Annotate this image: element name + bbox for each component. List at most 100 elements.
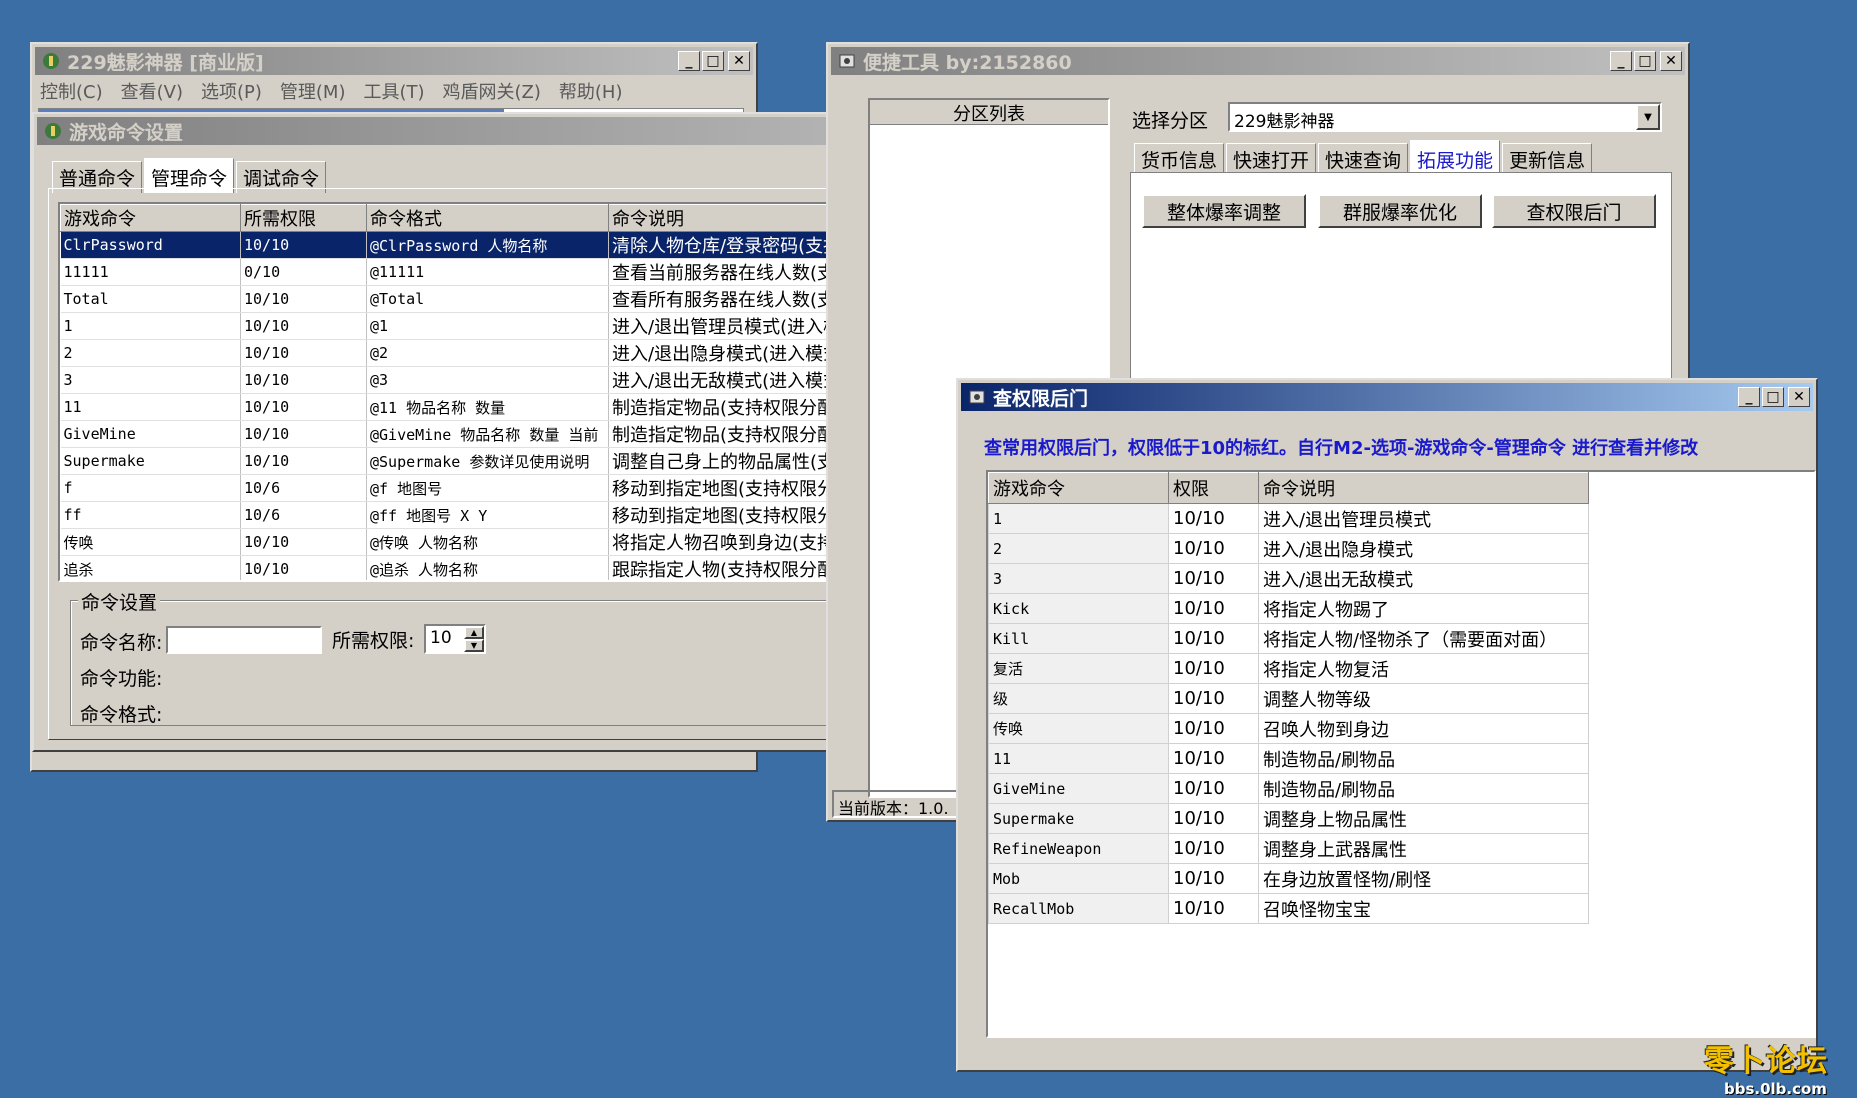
- perm-cell: 10/6: [240, 474, 367, 502]
- table-row[interactable]: 1 10/10 进入/退出管理员模式: [988, 503, 1589, 534]
- col-header-format[interactable]: 命令格式: [366, 204, 609, 232]
- table-row[interactable]: RefineWeapon 10/10 调整身上武器属性: [988, 833, 1589, 864]
- table-row[interactable]: 级 10/10 调整人物等级: [988, 683, 1589, 714]
- perm-cell: 10/10: [1168, 803, 1259, 834]
- backdoor-window: 查权限后门 _ □ ✕ 查常用权限后门，权限低于10的标红。自行M2-选项-游戏…: [956, 378, 1818, 1072]
- zone-list-header: 分区列表: [870, 100, 1108, 125]
- menu-help[interactable]: 帮助(H): [559, 78, 623, 104]
- format-cell: @传唤 人物名称: [366, 528, 609, 556]
- cmd-cell: RecallMob: [988, 893, 1169, 924]
- cmd-cell: 3: [60, 366, 241, 394]
- perm-cell: 10/10: [1168, 743, 1259, 774]
- desc-cell: 制造物品/刷物品: [1258, 773, 1589, 804]
- format-cell: @追杀 人物名称: [366, 555, 609, 580]
- watermark-logo: 零卜论坛: [1704, 1044, 1828, 1079]
- watermark: 零卜论坛 bbs.0lb.com: [1704, 1036, 1852, 1098]
- table-row[interactable]: 复活 10/10 将指定人物复活: [988, 653, 1589, 684]
- minimize-button[interactable]: _: [678, 51, 700, 71]
- backdoor-info-text: 查常用权限后门，权限低于10的标红。自行M2-选项-游戏命令-管理命令 进行查看…: [984, 438, 1699, 459]
- perm-up-button[interactable]: ▲: [464, 626, 484, 639]
- tab-extensions[interactable]: 拓展功能: [1410, 140, 1501, 175]
- group-drop-optimize-button[interactable]: 群服爆率优化: [1318, 194, 1482, 228]
- col-header-desc[interactable]: 命令说明: [1258, 472, 1589, 504]
- version-label: 当前版本：1.0.: [838, 799, 949, 818]
- perm-down-button[interactable]: ▼: [464, 639, 484, 652]
- cmd-cell: Mob: [988, 863, 1169, 894]
- tab-quick-query[interactable]: 快速查询: [1318, 143, 1409, 175]
- cmd-cell: ClrPassword: [60, 231, 241, 259]
- perm-cell: 10/10: [1168, 893, 1259, 924]
- col-header-cmd[interactable]: 游戏命令: [60, 204, 241, 232]
- table-row[interactable]: 2 10/10 进入/退出隐身模式: [988, 533, 1589, 564]
- col-header-perm[interactable]: 所需权限: [240, 204, 367, 232]
- perm-cell: 10/10: [1168, 503, 1259, 534]
- format-cell: @1: [366, 312, 609, 340]
- menu-view[interactable]: 查看(V): [121, 78, 183, 104]
- table-row[interactable]: Supermake 10/10 调整身上物品属性: [988, 803, 1589, 834]
- close-button[interactable]: ✕: [728, 51, 750, 71]
- main-window-titlebar[interactable]: 229魅影神器 [商业版] _ □ ✕: [35, 47, 753, 75]
- minimize-button[interactable]: _: [1610, 51, 1632, 71]
- table-row[interactable]: 3 10/10 进入/退出无敌模式: [988, 563, 1589, 594]
- menu-control[interactable]: 控制(C): [40, 78, 103, 104]
- close-button[interactable]: ✕: [1788, 387, 1810, 407]
- maximize-button[interactable]: □: [1634, 51, 1656, 71]
- format-cell: @GiveMine 物品名称 数量 当前: [366, 420, 609, 448]
- cmd-cell: 级: [988, 683, 1169, 714]
- minimize-icon: _: [1745, 389, 1753, 405]
- table-row[interactable]: 传唤 10/10 召唤人物到身边: [988, 713, 1589, 744]
- tools-window-titlebar[interactable]: 便捷工具 by:2152860 _ □ ✕: [831, 47, 1685, 75]
- cmd-cell: 11: [60, 393, 241, 421]
- cmd-name-input[interactable]: [166, 626, 322, 654]
- perm-cell: 10/10: [1168, 713, 1259, 744]
- maximize-button[interactable]: □: [1762, 387, 1784, 407]
- maximize-icon: □: [1638, 53, 1652, 69]
- menu-gateway[interactable]: 鸡盾网关(Z): [443, 78, 541, 104]
- table-row[interactable]: Kick 10/10 将指定人物踢了: [988, 593, 1589, 624]
- backdoor-list[interactable]: 游戏命令 权限 命令说明 1 10/10 进入/退出管理员模式 2 10/10 进入/退出…: [986, 470, 1816, 1038]
- triangle-down-icon: ▼: [470, 641, 478, 650]
- zone-dropdown-button[interactable]: ▼: [1636, 104, 1660, 130]
- col-header-cmd[interactable]: 游戏命令: [988, 472, 1169, 504]
- cmd-cell: Kick: [988, 593, 1169, 624]
- desc-cell: 召唤人物到身边: [1258, 713, 1589, 744]
- check-backdoor-button[interactable]: 查权限后门: [1492, 194, 1656, 228]
- tab-update-info[interactable]: 更新信息: [1502, 143, 1593, 175]
- tool-icon: [839, 54, 855, 68]
- minimize-button[interactable]: _: [1738, 387, 1760, 407]
- perm-cell: 10/10: [240, 528, 367, 556]
- desc-cell: 在身边放置怪物/刷怪: [1258, 863, 1589, 894]
- menu-tools[interactable]: 工具(T): [363, 78, 424, 104]
- menu-manage[interactable]: 管理(M): [280, 78, 346, 104]
- cmd-cell: 复活: [988, 653, 1169, 684]
- perm-cell: 10/10: [240, 393, 367, 421]
- desc-cell: 召唤怪物宝宝: [1258, 893, 1589, 924]
- table-row[interactable]: RecallMob 10/10 召唤怪物宝宝: [988, 893, 1589, 924]
- close-button[interactable]: ✕: [1660, 51, 1682, 71]
- backdoor-window-title: 查权限后门: [993, 387, 1089, 410]
- perm-cell: 10/10: [1168, 683, 1259, 714]
- format-cell: @Supermake 参数详见使用说明: [366, 447, 609, 475]
- col-header-perm[interactable]: 权限: [1168, 472, 1259, 504]
- maximize-button[interactable]: □: [702, 51, 724, 71]
- menu-options[interactable]: 选项(P): [201, 78, 262, 104]
- table-row[interactable]: GiveMine 10/10 制造物品/刷物品: [988, 773, 1589, 804]
- cmd-settings-group-label: 命令设置: [78, 588, 161, 615]
- zone-select[interactable]: 229魅影神器 ▼: [1228, 102, 1662, 132]
- perm-cell: 10/10: [240, 339, 367, 367]
- cmd-cell: Total: [60, 285, 241, 313]
- perm-cell: 10/10: [1168, 863, 1259, 894]
- tab-quick-open[interactable]: 快速打开: [1226, 143, 1317, 175]
- drop-rate-adjust-button[interactable]: 整体爆率调整: [1142, 194, 1306, 228]
- close-icon: ✕: [1665, 53, 1677, 69]
- table-row[interactable]: Mob 10/10 在身边放置怪物/刷怪: [988, 863, 1589, 894]
- cmd-cell: 3: [988, 563, 1169, 594]
- perm-stepper[interactable]: 10 ▲ ▼: [424, 624, 486, 654]
- perm-cell: 10/10: [1168, 533, 1259, 564]
- table-row[interactable]: Kill 10/10 将指定人物/怪物杀了（需要面对面）: [988, 623, 1589, 654]
- minimize-icon: _: [1617, 53, 1625, 69]
- desc-cell: 制造物品/刷物品: [1258, 743, 1589, 774]
- tab-currency[interactable]: 货币信息: [1134, 143, 1225, 175]
- backdoor-window-titlebar[interactable]: 查权限后门 _ □ ✕: [961, 383, 1813, 411]
- table-row[interactable]: 11 10/10 制造物品/刷物品: [988, 743, 1589, 774]
